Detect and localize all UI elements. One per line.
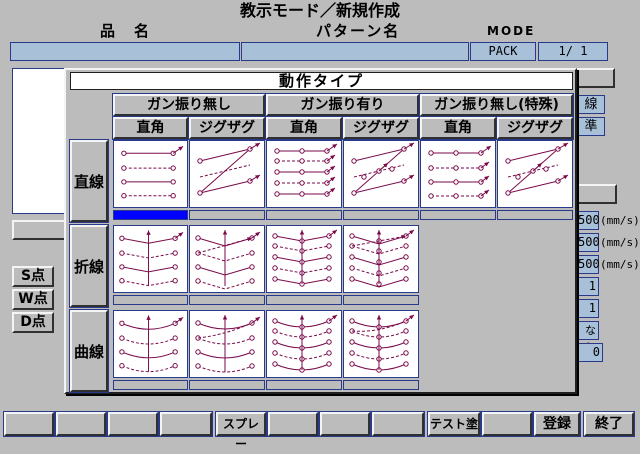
fkey-10[interactable]	[481, 411, 533, 437]
pattern-diagram-polyline-swing-right	[272, 229, 338, 287]
motion-type-dialog: 動作タイプ ガン振り無し ガン振り有り ガン振り無し(特殊) 直角 ジグザグ 直…	[64, 68, 577, 394]
pattern-cell-curve-swing-right[interactable]	[266, 310, 342, 378]
value-field-2[interactable]: 1	[577, 299, 599, 318]
pattern-cell-curve-swing-zigzag[interactable]	[343, 310, 419, 378]
fkey-1[interactable]	[3, 411, 55, 437]
pattern-cell-polyline-swing-zigzag[interactable]	[343, 225, 419, 293]
fkey-7[interactable]	[319, 411, 371, 437]
cell-bar-curve-swing-right	[266, 380, 342, 390]
cell-bar-polyline-none-right	[113, 295, 188, 305]
test-paint-button[interactable]: テスト塗	[427, 411, 481, 437]
bg-field-partial-1: 線	[577, 95, 605, 114]
subheader-right-angle-1: 直角	[112, 116, 189, 140]
subheader-zigzag-2: ジグザグ	[342, 116, 420, 140]
cell-bar-straight-none-zigzag	[189, 210, 265, 220]
group-header-gun-swing: ガン振り有り	[265, 93, 420, 117]
bg-button-mid[interactable]	[577, 184, 617, 204]
exit-button[interactable]: 終了	[583, 411, 635, 437]
cell-bar-curve-none-zigzag	[189, 380, 265, 390]
subheader-zigzag-3: ジグザグ	[496, 116, 574, 140]
speed-value-3[interactable]: 500	[577, 255, 600, 274]
fkey-6[interactable]	[267, 411, 319, 437]
pattern-cell-polyline-none-zigzag[interactable]	[189, 225, 265, 293]
cell-bar-straight-swing-zigzag	[343, 210, 419, 220]
dialog-title: 動作タイプ	[70, 72, 573, 90]
pattern-diagram-straight-special-right	[428, 145, 492, 199]
row-header-curve: 曲線	[69, 309, 109, 393]
pattern-name-label: パターン名	[316, 22, 401, 40]
pattern-cell-straight-none-right[interactable]	[113, 140, 188, 208]
pattern-diagram-straight-none-zigzag	[197, 142, 261, 196]
speed-unit-1: (mm/s)	[600, 214, 640, 227]
pattern-diagram-polyline-none-right	[119, 230, 184, 287]
cell-bar-straight-special-right	[420, 210, 496, 220]
pattern-diagram-curve-swing-right	[272, 314, 338, 373]
pattern-cell-curve-none-zigzag[interactable]	[189, 310, 265, 378]
value-field-3[interactable]: なし	[577, 321, 599, 354]
speed-value-2[interactable]: 500	[577, 233, 600, 252]
register-button[interactable]: 登録	[533, 411, 581, 437]
cell-bar-straight-swing-right	[266, 210, 342, 220]
value-field-1[interactable]: 1	[577, 277, 599, 296]
bg-button-left[interactable]	[12, 220, 68, 240]
value-field-4[interactable]: 0	[577, 343, 603, 362]
fkey-3[interactable]	[107, 411, 159, 437]
pattern-diagram-curve-none-zigzag	[195, 315, 261, 373]
mode-label: MODE	[487, 24, 536, 38]
pattern-diagram-straight-special-zigzag	[505, 142, 569, 196]
spray-button[interactable]: スプレー	[215, 411, 267, 451]
d-point-button[interactable]: D点	[12, 312, 54, 333]
fkey-2[interactable]	[55, 411, 107, 437]
pattern-cell-straight-swing-right[interactable]	[266, 140, 342, 208]
cell-bar-polyline-swing-right	[266, 295, 342, 305]
pattern-diagram-straight-swing-zigzag	[351, 142, 415, 196]
bg-field-partial-2: 準	[577, 117, 605, 136]
pattern-cell-straight-special-right[interactable]	[420, 140, 496, 208]
pattern-cell-polyline-swing-right[interactable]	[266, 225, 342, 293]
mode-field[interactable]: PACK	[470, 42, 536, 61]
pattern-cell-straight-none-zigzag[interactable]	[189, 140, 265, 208]
w-point-button[interactable]: W点	[12, 289, 54, 310]
speed-unit-3: (mm/s)	[600, 258, 640, 271]
subheader-right-angle-3: 直角	[419, 116, 497, 140]
subheader-right-angle-2: 直角	[265, 116, 343, 140]
bg-button-top[interactable]	[575, 68, 615, 88]
speed-value-1[interactable]: 500	[577, 211, 600, 230]
pattern-cell-straight-special-zigzag[interactable]	[497, 140, 573, 208]
pattern-name-field[interactable]	[241, 42, 469, 61]
cell-bar-curve-none-right	[113, 380, 188, 390]
cell-bar-polyline-swing-zigzag	[343, 295, 419, 305]
page-indicator: 1/ 1	[538, 42, 608, 61]
name-label: 品 名	[100, 22, 152, 40]
selection-indicator	[113, 210, 188, 220]
fkey-8[interactable]	[371, 411, 425, 437]
pattern-cell-curve-none-right[interactable]	[113, 310, 188, 378]
preview-panel	[12, 68, 68, 214]
s-point-button[interactable]: S点	[12, 266, 54, 287]
pattern-cell-straight-swing-zigzag[interactable]	[343, 140, 419, 208]
cell-bar-straight-special-zigzag	[497, 210, 573, 220]
group-header-no-gun-swing: ガン振り無し	[112, 93, 266, 117]
cell-bar-polyline-none-zigzag	[189, 295, 265, 305]
fkey-4[interactable]	[159, 411, 213, 437]
product-name-field[interactable]	[10, 42, 240, 61]
pattern-diagram-polyline-none-zigzag	[195, 230, 261, 290]
row-header-polyline: 折線	[69, 224, 109, 308]
pattern-diagram-straight-none-right	[121, 145, 184, 199]
speed-unit-2: (mm/s)	[600, 236, 640, 249]
cell-bar-curve-swing-zigzag	[343, 380, 419, 390]
row-header-straight: 直線	[69, 139, 109, 223]
pattern-diagram-curve-swing-zigzag	[349, 314, 415, 373]
subheader-zigzag-1: ジグザグ	[188, 116, 266, 140]
window-title: 教示モード／新規作成	[239, 1, 400, 20]
pattern-diagram-polyline-swing-zigzag	[349, 229, 415, 288]
pattern-diagram-curve-none-right	[119, 315, 184, 373]
pattern-diagram-straight-swing-right	[274, 143, 338, 197]
pattern-cell-polyline-none-right[interactable]	[113, 225, 188, 293]
group-header-no-gun-swing-special: ガン振り無し(特殊)	[419, 93, 574, 117]
